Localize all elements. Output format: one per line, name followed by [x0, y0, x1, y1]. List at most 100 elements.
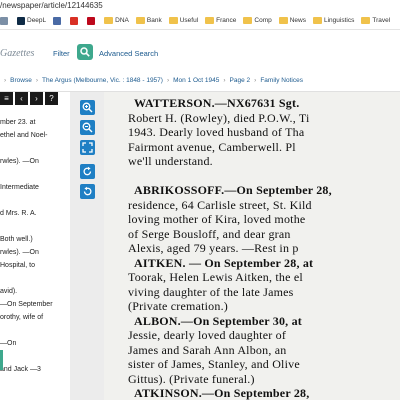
deepl-icon [17, 16, 25, 25]
article-text: mber 23. at ethel and Noel-rwles). —On Int… [0, 116, 70, 376]
article-text-line [0, 142, 70, 155]
bookmark-item[interactable]: DNA [104, 17, 129, 24]
bookmark-item[interactable]: Useful [168, 17, 199, 24]
bookmark-item[interactable]: Bank [135, 17, 162, 24]
bookmark-label: Bank [146, 17, 162, 24]
newspaper-text-line: (Private cremation.) [128, 299, 228, 313]
zoom-in-icon [82, 102, 93, 113]
article-text-line: —On [0, 340, 17, 347]
newspaper-text-line: James and Sarah Ann Albon, an [128, 342, 287, 357]
bookmark-item[interactable]: France [205, 17, 236, 24]
folder-icon [205, 17, 215, 24]
bookmark-item[interactable] [87, 16, 97, 25]
folder-icon [278, 17, 288, 24]
bookmarks-bar: DeepL DNA Bank Useful France Comp News Linguist… [0, 12, 400, 30]
highlight-marker [0, 350, 3, 370]
viewer-toolbar [70, 92, 104, 400]
newspaper-text-line: Robert H. (Rowley), died P.O.W., Ti [128, 110, 310, 125]
bookmark-item[interactable]: Linguistics [313, 17, 354, 24]
newspaper-text-line: of Serge Bousloff, and dear gran [128, 226, 291, 241]
article-text-line [0, 350, 70, 363]
image-viewer[interactable]: WATTERSON.—NX67631 Sgt. Robert H. (Rowley… [70, 92, 400, 400]
newspaper-text-line: Gittus). (Private funeral.) [128, 371, 255, 386]
newspaper-text-line: Toorak, Helen Lewis Aitken, the el [128, 270, 303, 284]
folder-icon [361, 17, 371, 24]
bookmark-label: France [216, 17, 237, 24]
newspaper-text-line: Jessie, dearly loved daughter of [128, 328, 287, 342]
search-icon [80, 47, 90, 57]
address-bar[interactable]: /newspaper/article/12144635 [0, 0, 400, 12]
folder-icon [104, 17, 114, 24]
breadcrumb-item-browse[interactable]: Browse [10, 77, 32, 84]
newspaper-text-line: WATTERSON.—NX67631 Sgt. [134, 96, 300, 110]
prev-icon[interactable]: ‹ [15, 92, 28, 105]
help-icon[interactable]: ? [45, 92, 58, 105]
breadcrumb-item-date[interactable]: Mon 1 Oct 1945 [173, 77, 219, 84]
grid-icon [53, 16, 62, 25]
bookmark-item[interactable] [0, 16, 10, 25]
article-text-line: rwles). —On [0, 249, 39, 256]
zoom-in-button[interactable] [80, 100, 95, 115]
pinterest-icon [87, 16, 96, 25]
breadcrumb-item-page[interactable]: Page 2 [230, 77, 251, 84]
rotate-right-button[interactable] [80, 164, 95, 179]
breadcrumb-separator: › [35, 77, 39, 84]
article-text-line [0, 272, 70, 285]
zoom-out-button[interactable] [80, 120, 95, 135]
list-icon[interactable]: ≡ [0, 92, 13, 105]
url-text: /newspaper/article/12144635 [0, 1, 103, 10]
bookmark-label: Comp [254, 17, 272, 24]
newspaper-scan: WATTERSON.—NX67631 Sgt. Robert H. (Rowley… [104, 92, 400, 400]
article-nav: ≡ ‹ › ? [0, 92, 60, 106]
mail-icon [70, 16, 79, 25]
article-text-line: Intermediate [0, 184, 39, 191]
globe-icon [0, 16, 8, 25]
newspaper-text-line: Fairmont avenue, Camberwell. Pl [128, 139, 296, 154]
bookmark-label: News [289, 17, 306, 24]
newspaper-text-line: viving daughter of the late James [128, 284, 294, 299]
article-text-line [0, 194, 70, 207]
article-text-line: mber 23. at [0, 119, 36, 126]
bookmark-item[interactable] [53, 16, 63, 25]
newspaper-text-line: sister of James, Stanley, and Olive [128, 357, 300, 371]
bookmark-item[interactable]: News [278, 17, 306, 24]
bookmark-label: Useful [179, 17, 199, 24]
breadcrumb-item-title[interactable]: The Argus (Melbourne, Vic. : 1848 - 1957… [42, 77, 163, 84]
rotate-right-icon [83, 166, 92, 176]
advanced-search-link[interactable]: Advanced Search [99, 49, 158, 58]
rotate-left-button[interactable] [80, 184, 95, 199]
zoom-out-icon [82, 122, 93, 133]
rotate-left-icon [83, 186, 92, 196]
next-icon[interactable]: › [30, 92, 43, 105]
folder-icon [313, 17, 322, 24]
fit-icon [82, 142, 93, 153]
bookmark-item[interactable]: Comp [243, 17, 272, 24]
newspaper-text-line: loving mother of Kira, loved mothe [128, 212, 306, 226]
newspaper-text-line: we'll understand. [128, 154, 213, 168]
bookmark-item[interactable] [70, 16, 80, 25]
bookmark-item[interactable]: Travel [361, 17, 390, 24]
folder-icon [168, 17, 178, 24]
breadcrumb-separator: › [4, 77, 7, 84]
article-text-line [0, 168, 70, 181]
article-text-line [0, 220, 70, 233]
search-button[interactable] [77, 44, 93, 60]
newspaper-text-line: Alexis, aged 79 years. —Rest in p [128, 241, 299, 255]
bookmark-label: DNA [115, 17, 129, 24]
article-text-line: orothy, wife of [0, 314, 44, 321]
fit-button[interactable] [80, 140, 95, 155]
newspaper-text-line: ATKINSON.—On September 28, [134, 386, 310, 400]
newspaper-text-line: ABRIKOSSOFF.—On September 28, [134, 183, 332, 197]
breadcrumb: › Browse › The Argus (Melbourne, Vic. : … [0, 70, 400, 92]
article-text-panel: ≡ ‹ › ? mber 23. at ethel and Noel-rwles)… [0, 92, 70, 400]
filter-link[interactable]: Filter [53, 49, 70, 58]
article-text-line: Hospital, to [0, 262, 36, 269]
breadcrumb-item-category[interactable]: Family Notices [260, 77, 303, 84]
newspaper-text-line: 1943. Dearly loved husband of Tha [128, 125, 305, 139]
folder-icon [243, 17, 253, 24]
bookmark-label: Travel [372, 17, 391, 24]
article-text-line: —On September [0, 301, 53, 308]
bookmark-item[interactable]: DeepL [17, 16, 46, 25]
article-text-line: ethel and Noel- [0, 132, 48, 139]
article-text-line: d Mrs. R. A. [0, 210, 37, 217]
